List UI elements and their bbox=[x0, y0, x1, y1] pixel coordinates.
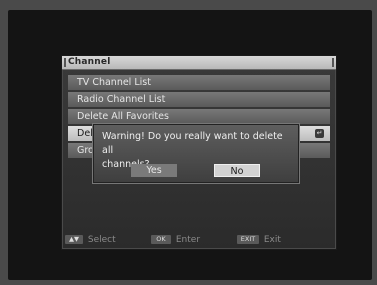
header-right-cap bbox=[332, 58, 334, 67]
no-button[interactable]: No bbox=[214, 164, 260, 177]
exit-key-icon: EXIT bbox=[237, 235, 259, 244]
menu-item-label: TV Channel List bbox=[77, 77, 151, 88]
warning-dialog: Warning! Do you really want to delete al… bbox=[93, 124, 299, 183]
menu-item-label: Gro bbox=[77, 145, 94, 156]
menu-item-radio-channel-list[interactable]: Radio Channel List bbox=[68, 92, 330, 107]
ok-key-icon: OK bbox=[151, 235, 171, 244]
menu-item-label: Radio Channel List bbox=[77, 94, 166, 105]
hint-exit: EXIT Exit bbox=[237, 232, 281, 249]
hint-select: ▲▼ Select bbox=[65, 232, 116, 249]
panel-header: Channel bbox=[62, 56, 336, 70]
footer-hints: ▲▼ Select OK Enter EXIT Exit bbox=[62, 232, 336, 249]
updown-key-icon: ▲▼ bbox=[65, 235, 83, 244]
page-title: Channel bbox=[68, 57, 111, 67]
header-left-cap bbox=[64, 58, 66, 67]
menu-item-label: Delete All Favorites bbox=[77, 111, 169, 122]
hint-exit-label: Exit bbox=[263, 235, 281, 245]
menu-item-delete-all-favorites[interactable]: Delete All Favorites bbox=[68, 109, 330, 124]
hint-enter: OK Enter bbox=[151, 232, 200, 249]
menu-item-label: Del bbox=[77, 128, 93, 139]
hint-enter-label: Enter bbox=[175, 235, 201, 245]
enter-icon: ↵ bbox=[315, 129, 324, 138]
dialog-message-line1: Warning! Do you really want to delete al… bbox=[102, 131, 283, 156]
menu-item-tv-channel-list[interactable]: TV Channel List bbox=[68, 75, 330, 90]
hint-select-label: Select bbox=[87, 235, 116, 245]
yes-button[interactable]: Yes bbox=[131, 164, 177, 177]
